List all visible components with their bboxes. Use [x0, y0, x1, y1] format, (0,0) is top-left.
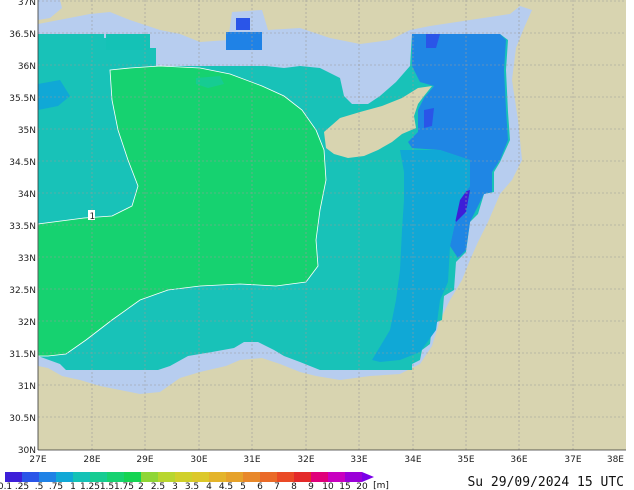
colorbar-swatch [243, 472, 260, 482]
lat-tick-label: 32.5N [9, 286, 36, 296]
lat-tick-label: 34.5N [9, 158, 36, 168]
lat-tick-label: 30.5N [9, 414, 36, 424]
colorbar-swatch [175, 472, 192, 482]
lat-tick-label: 37N [18, 0, 36, 8]
colorbar-label: 9 [308, 482, 314, 490]
lon-tick-label: 28E [83, 455, 100, 465]
sea-blue-north [236, 18, 250, 30]
colorbar-labels: 0.1.25 .5 .75 1 1.25 1.5 1.75 2 2.5 3 3.5 4 4.5 5 6 7 8 9… [0, 482, 368, 490]
lat-tick-label: 31.5N [9, 350, 36, 360]
lat-tick-label: 36N [18, 62, 36, 72]
colorbar-swatch [39, 472, 56, 482]
colorbar-swatch [260, 472, 277, 482]
contour-label: 1 [90, 212, 96, 222]
lon-tick-label: 38E [607, 455, 624, 465]
lon-tick-label: 29E [136, 455, 153, 465]
colorbar-swatch [192, 472, 209, 482]
colorbar-label: 1 [70, 482, 76, 490]
colorbar-label: 3 [172, 482, 178, 490]
colorbar-label: 10 [322, 482, 334, 490]
lat-tick-label: 35N [18, 126, 36, 136]
timestamp: Su 29/09/2024 15 UTC [467, 475, 624, 490]
wave-height-map: 1 37N 36.5N 36N 35.5N 35N 34.5N 34N 33.5… [0, 0, 626, 490]
colorbar-swatch [124, 472, 141, 482]
colorbar-swatch [277, 472, 294, 482]
lat-axis-labels: 37N 36.5N 36N 35.5N 35N 34.5N 34N 33.5N … [9, 0, 36, 456]
colorbar-label: 15 [339, 482, 350, 490]
colorbar-label: 1.5 [100, 482, 114, 490]
colorbar-label: 5 [240, 482, 246, 490]
colorbar-swatch [73, 472, 90, 482]
lat-tick-label: 33N [18, 254, 36, 264]
colorbar-label: 1.25 [80, 482, 100, 490]
lon-tick-label: 27E [29, 455, 46, 465]
lon-tick-label: 35E [457, 455, 474, 465]
colorbar-label: .75 [49, 482, 63, 490]
lon-tick-label: 37E [564, 455, 581, 465]
colorbar-label: 7 [274, 482, 280, 490]
colorbar-label: 1.75 [114, 482, 134, 490]
lat-tick-label: 34N [18, 190, 36, 200]
colorbar [5, 472, 374, 482]
colorbar-label: 4.5 [219, 482, 233, 490]
colorbar-swatch [90, 472, 107, 482]
colorbar-label: 4 [206, 482, 212, 490]
colorbar-label: 2.5 [151, 482, 165, 490]
lon-tick-label: 31E [243, 455, 260, 465]
colorbar-swatch [141, 472, 158, 482]
lat-tick-label: 33.5N [9, 222, 36, 232]
lat-tick-label: 32N [18, 318, 36, 328]
sea-blue-north2 [226, 32, 262, 50]
colorbar-swatch [345, 472, 362, 482]
colorbar-label: 0.1 [0, 482, 12, 490]
colorbar-swatch [22, 472, 39, 482]
colorbar-label: 8 [291, 482, 297, 490]
lon-tick-label: 36E [510, 455, 527, 465]
colorbar-swatch [5, 472, 22, 482]
colorbar-swatch [226, 472, 243, 482]
colorbar-swatch [56, 472, 73, 482]
colorbar-unit: [m] [373, 481, 389, 490]
lon-tick-label: 33E [350, 455, 367, 465]
colorbar-swatch [107, 472, 124, 482]
lon-tick-label: 34E [404, 455, 421, 465]
colorbar-swatch [328, 472, 345, 482]
colorbar-label: .25 [15, 482, 29, 490]
lat-tick-label: 36.5N [9, 30, 36, 40]
colorbar-swatch [311, 472, 328, 482]
lon-tick-label: 30E [190, 455, 207, 465]
colorbar-label: 3.5 [185, 482, 199, 490]
sea-teal-north [106, 34, 150, 50]
colorbar-label: .5 [35, 482, 44, 490]
lon-tick-label: 32E [297, 455, 314, 465]
lon-axis-labels: 27E 28E 29E 30E 31E 32E 33E 34E 35E 36E … [29, 455, 624, 465]
colorbar-swatch [209, 472, 226, 482]
colorbar-label: 2 [138, 482, 144, 490]
lat-tick-label: 31N [18, 382, 36, 392]
colorbar-swatch [158, 472, 175, 482]
lat-tick-label: 35.5N [9, 94, 36, 104]
colorbar-label: 20 [356, 482, 368, 490]
colorbar-label: 6 [257, 482, 263, 490]
colorbar-swatch [294, 472, 311, 482]
